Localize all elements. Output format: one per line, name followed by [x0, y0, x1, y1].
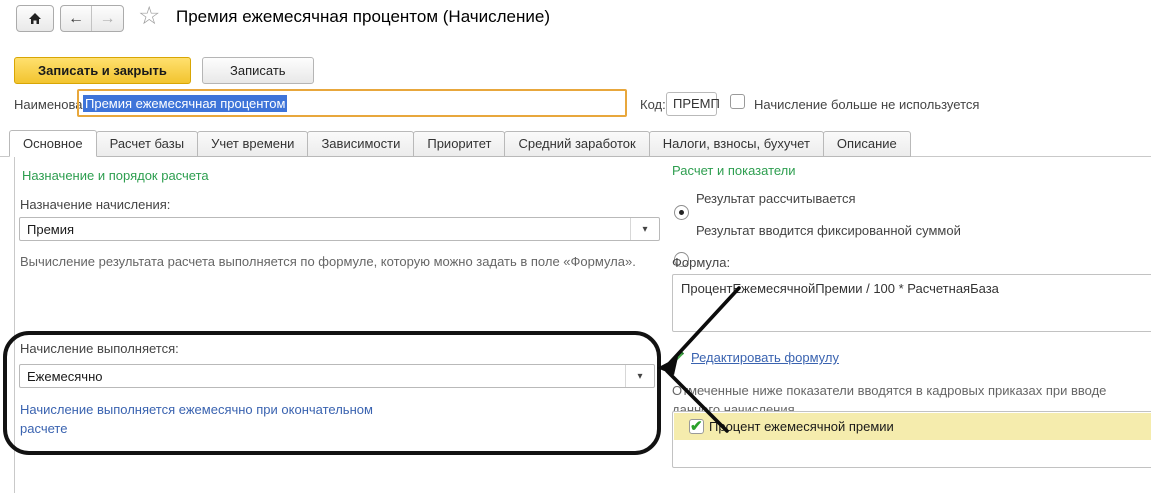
edit-pencil-icon [670, 349, 686, 365]
code-label: Код: [640, 97, 666, 112]
tab-zavisimosti[interactable]: Зависимости [307, 131, 414, 157]
chevron-down-icon: ▾ [637, 371, 642, 382]
name-input[interactable]: Премия ежемесячная процентом [77, 89, 627, 117]
performed-combo-value: Ежемесячно [20, 369, 625, 384]
tab-nalogi-vznosy-buhuchet[interactable]: Налоги, взносы, бухучет [649, 131, 824, 157]
performed-combo[interactable]: Ежемесячно ▾ [19, 364, 655, 388]
indicator-label: Процент ежемесячной премии [709, 419, 894, 434]
tab-prioritet[interactable]: Приоритет [413, 131, 505, 157]
favorite-star-icon[interactable]: ☆ [138, 3, 160, 29]
section-purpose-title: Назначение и порядок расчета [22, 168, 209, 183]
radio-result-fixed-label: Результат вводится фиксированной суммой [696, 223, 961, 238]
performed-hint: Начисление выполняется ежемесячно при ок… [20, 400, 373, 438]
chevron-down-button[interactable]: ▾ [625, 365, 654, 387]
performed-hint-line1: Начисление выполняется ежемесячно при ок… [20, 400, 373, 419]
name-input-value: Премия ежемесячная процентом [83, 95, 287, 112]
code-input[interactable]: ПРЕМП [666, 92, 717, 116]
performed-label: Начисление выполняется: [20, 341, 179, 356]
tab-opisanie[interactable]: Описание [823, 131, 911, 157]
formula-label: Формула: [672, 255, 730, 270]
radio-result-calculated[interactable] [674, 205, 689, 220]
tab-uchet-vremeni[interactable]: Учет времени [197, 131, 308, 157]
formula-input[interactable]: ПроцентЕжемесячнойПремии / 100 * Расчетн… [672, 274, 1151, 332]
history-nav: ← → [60, 5, 124, 32]
tab-panel-left-border [14, 156, 15, 493]
home-icon [27, 11, 43, 27]
not-used-checkbox[interactable] [730, 94, 745, 109]
indicator-row[interactable]: ✔ Процент ежемесячной премии [674, 413, 1151, 440]
indicators-hint-line1: Отмеченные ниже показатели вводятся в ка… [672, 381, 1106, 400]
purpose-label: Назначение начисления: [20, 197, 170, 212]
purpose-hint: Вычисление результата расчета выполняетс… [20, 254, 636, 269]
edit-formula-link[interactable]: Редактировать формулу [691, 350, 839, 365]
purpose-combo-button[interactable]: ▾ [630, 218, 659, 240]
save-button[interactable]: Записать [202, 57, 314, 84]
forward-icon: → [100, 10, 116, 28]
accrual-form-window: ← → ☆ Премия ежемесячная процентом (Начи… [0, 0, 1151, 493]
not-used-label: Начисление больше не используется [754, 97, 979, 112]
save-and-close-button[interactable]: Записать и закрыть [14, 57, 191, 84]
purpose-combo-value: Премия [20, 222, 630, 237]
radio-result-calculated-label: Результат рассчитывается [696, 191, 856, 206]
section-calc-title: Расчет и показатели [672, 163, 796, 178]
forward-button[interactable]: → [92, 6, 123, 31]
page-title: Премия ежемесячная процентом (Начисление… [176, 7, 550, 27]
tabstrip: Основное Расчет базы Учет времени Зависи… [10, 130, 911, 157]
tab-osnovnoe[interactable]: Основное [9, 130, 97, 157]
indicator-checkbox[interactable]: ✔ [689, 419, 704, 434]
chevron-down-icon: ▾ [642, 224, 647, 235]
tab-raschet-bazy[interactable]: Расчет базы [96, 131, 199, 157]
back-button[interactable]: ← [61, 6, 92, 31]
performed-hint-line2: расчете [20, 419, 373, 438]
tab-sredniy-zarabotok[interactable]: Средний заработок [504, 131, 649, 157]
formula-value: ПроцентЕжемесячнойПремии / 100 * Расчетн… [673, 275, 1151, 302]
home-button[interactable] [16, 5, 54, 32]
indicators-list: ✔ Процент ежемесячной премии [672, 411, 1151, 468]
back-icon: ← [68, 10, 84, 28]
check-icon: ✔ [690, 417, 703, 435]
purpose-combo[interactable]: Премия ▾ [19, 217, 660, 241]
